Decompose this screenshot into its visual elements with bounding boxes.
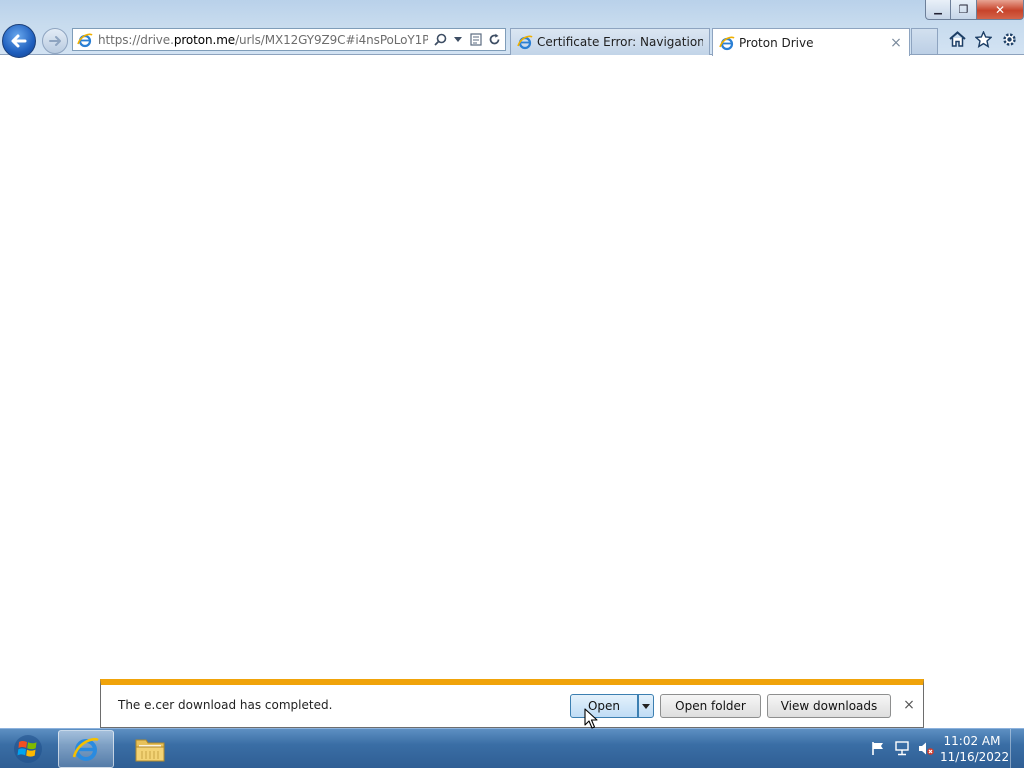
search-icon[interactable]: [433, 32, 447, 48]
tab-proton-drive[interactable]: Proton Drive ×: [712, 28, 910, 56]
chevron-down-icon: [642, 703, 650, 709]
home-icon[interactable]: [948, 30, 966, 48]
internet-explorer-icon: [72, 737, 99, 761]
tools-gear-icon[interactable]: [1000, 30, 1018, 48]
close-notification-icon[interactable]: ×: [902, 697, 916, 713]
back-arrow-icon: [11, 34, 27, 48]
refresh-icon[interactable]: [487, 32, 501, 48]
ie-favicon-icon: [517, 34, 533, 50]
window-caption-buttons: ▁ ❐ ✕: [925, 0, 1024, 21]
command-icons: [948, 30, 1018, 48]
system-tray: [870, 740, 934, 756]
clock-time: 11:02 AM: [943, 734, 1001, 748]
new-tab-button[interactable]: [911, 28, 938, 54]
clock-date: 11/16/2022: [940, 750, 1010, 764]
start-button[interactable]: [6, 731, 50, 767]
tab-label: Certificate Error: Navigation Bl...: [537, 35, 703, 49]
download-notification-bar: The e.cer download has completed. Open O…: [100, 679, 924, 728]
windows-logo-icon: [14, 735, 42, 763]
ie-favicon-icon: [719, 35, 735, 51]
taskbar: 11:02 AM 11/16/2022: [0, 728, 1024, 768]
open-button[interactable]: Open: [570, 694, 638, 718]
taskbar-clock[interactable]: 11:02 AM 11/16/2022: [940, 733, 1010, 765]
taskbar-internet-explorer[interactable]: [58, 730, 114, 768]
close-window-button[interactable]: ✕: [977, 0, 1024, 20]
tab-label: Proton Drive: [739, 35, 814, 50]
minimize-button[interactable]: ▁: [925, 0, 951, 20]
page-content: [0, 56, 1024, 728]
url-text[interactable]: https://drive.proton.me/urls/MX12GY9Z9C#…: [98, 33, 428, 47]
tab-certificate-error[interactable]: Certificate Error: Navigation Bl...: [510, 28, 710, 55]
browser-chrome: ▁ ❐ ✕ https://drive.proton.me/urls/MX12G…: [0, 0, 1024, 58]
forward-button[interactable]: [42, 28, 68, 54]
mouse-cursor-icon: [584, 708, 598, 729]
restore-button[interactable]: ❐: [951, 0, 977, 20]
network-icon[interactable]: [894, 740, 910, 756]
compatibility-view-icon[interactable]: [469, 32, 483, 48]
back-button[interactable]: [2, 24, 36, 58]
folder-icon: [135, 739, 165, 762]
favorites-star-icon[interactable]: [974, 30, 992, 48]
chevron-down-icon[interactable]: [451, 32, 465, 48]
tab-close-icon[interactable]: ×: [889, 35, 903, 51]
forward-arrow-icon: [49, 36, 61, 46]
download-status-message: The e.cer download has completed.: [118, 698, 333, 712]
address-tools: [433, 32, 505, 48]
ie-favicon-icon: [76, 31, 94, 49]
taskbar-windows-explorer[interactable]: [122, 730, 178, 768]
open-options-dropdown[interactable]: [638, 694, 654, 718]
show-desktop-button[interactable]: [1010, 729, 1024, 768]
view-downloads-button[interactable]: View downloads: [767, 694, 891, 718]
action-center-flag-icon[interactable]: [870, 740, 886, 756]
open-folder-button[interactable]: Open folder: [660, 694, 761, 718]
volume-muted-icon[interactable]: [918, 740, 934, 756]
address-bar[interactable]: https://drive.proton.me/urls/MX12GY9Z9C#…: [72, 28, 506, 51]
